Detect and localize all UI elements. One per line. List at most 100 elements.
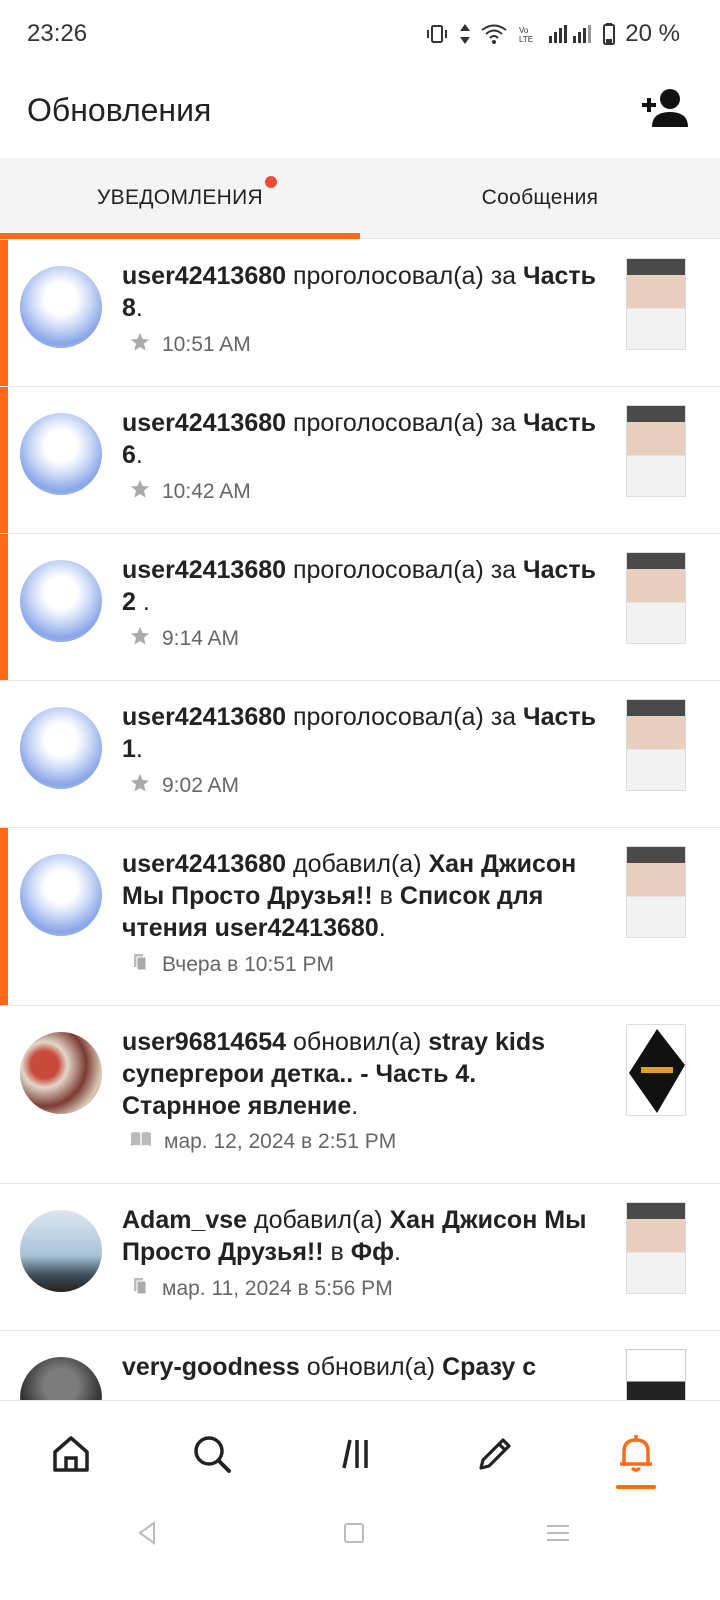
add-user-button[interactable]	[640, 87, 690, 132]
notification-time: 9:02 AM	[162, 774, 240, 797]
action-text: добавил(а)	[247, 1206, 390, 1234]
username[interactable]: user42413680	[122, 409, 286, 437]
story-cover-thumbnail[interactable]	[626, 258, 686, 350]
notification-text[interactable]: user42413680 добавил(а) Хан Джисон Мы Пр…	[122, 848, 602, 944]
notification-meta: Вчера в 10:51 PM	[130, 952, 334, 978]
back-icon	[132, 1521, 162, 1552]
user-avatar[interactable]	[20, 560, 102, 642]
notification-text[interactable]: user42413680 проголосовал(а) за Часть 6.	[122, 407, 602, 471]
notification-meta: 9:02 AM	[130, 773, 239, 799]
user-avatar[interactable]	[20, 1210, 102, 1292]
story-cover-thumbnail[interactable]	[626, 552, 686, 644]
add-user-icon	[640, 89, 690, 136]
reading-list-link[interactable]: Фф	[351, 1238, 394, 1266]
bell-icon	[608, 1435, 664, 1486]
action-text: обновил(а)	[299, 1353, 443, 1381]
reading-list-icon	[130, 1276, 150, 1302]
star-icon	[130, 332, 150, 358]
action-text: в	[323, 1238, 351, 1266]
notification-item[interactable]: Adam_vse добавил(а) Хан Джисон Мы Просто…	[0, 1184, 720, 1331]
svg-text:LTE: LTE	[519, 35, 533, 44]
story-link[interactable]: Сразу с	[442, 1353, 536, 1381]
notification-text[interactable]: user42413680 проголосовал(а) за Часть 8.	[122, 260, 602, 324]
tab-bar: УВЕДОМЛЕНИЯ Сообщения	[0, 158, 720, 239]
sentence-end: .	[135, 294, 143, 322]
system-navigation-bar	[0, 1500, 720, 1600]
notification-text[interactable]: very-goodness обновил(а) Сразу с	[122, 1351, 602, 1383]
notification-item[interactable]: user42413680 добавил(а) Хан Джисон Мы Пр…	[0, 828, 720, 1006]
username[interactable]: Adam_vse	[122, 1206, 247, 1234]
search-icon	[184, 1436, 240, 1486]
pencil-icon	[467, 1438, 523, 1486]
tab-notifications[interactable]: УВЕДОМЛЕНИЯ	[0, 158, 360, 239]
user-avatar[interactable]	[20, 266, 102, 348]
notification-meta: 10:51 AM	[130, 332, 251, 358]
username[interactable]: user42413680	[122, 703, 286, 731]
vibrate-icon	[425, 24, 449, 44]
tab-notifications-text: УВЕДОМЛЕНИЯ	[97, 186, 263, 209]
star-icon	[130, 626, 150, 652]
story-cover-thumbnail[interactable]	[626, 405, 686, 497]
active-nav-indicator	[616, 1485, 656, 1489]
user-avatar[interactable]	[20, 854, 102, 936]
notification-text[interactable]: user42413680 проголосовал(а) за Часть 2 …	[122, 554, 602, 618]
nav-home[interactable]	[43, 1426, 99, 1482]
story-cover-thumbnail[interactable]	[626, 1024, 686, 1116]
active-tab-indicator	[0, 233, 360, 239]
notification-item[interactable]: user42413680 проголосовал(а) за Часть 1.…	[0, 681, 720, 828]
tab-messages[interactable]: Сообщения	[360, 158, 720, 238]
action-text: добавил(а)	[286, 850, 429, 878]
user-avatar[interactable]	[20, 707, 102, 789]
action-text: проголосовал(а) за	[286, 556, 524, 584]
username[interactable]: user42413680	[122, 262, 286, 290]
back-button[interactable]	[132, 1518, 162, 1548]
star-icon	[130, 479, 150, 505]
user-avatar[interactable]	[20, 1032, 102, 1114]
notification-time: мар. 11, 2024 в 5:56 PM	[162, 1277, 393, 1300]
sentence-end: .	[351, 1092, 359, 1120]
status-time: 23:26	[27, 20, 88, 47]
notification-meta: 10:42 AM	[130, 479, 251, 505]
username[interactable]: user42413680	[122, 556, 286, 584]
app-header: Обновления	[0, 72, 720, 158]
battery-level: 20 %	[625, 20, 680, 47]
story-cover-thumbnail[interactable]	[626, 1202, 686, 1294]
notification-text[interactable]: Adam_vse добавил(а) Хан Джисон Мы Просто…	[122, 1204, 602, 1268]
svg-text:Vo: Vo	[519, 26, 529, 35]
username[interactable]: user96814654	[122, 1028, 286, 1056]
nav-write[interactable]	[467, 1426, 523, 1482]
home-system-button[interactable]	[339, 1518, 369, 1548]
battery-icon	[603, 23, 616, 45]
sentence-end: .	[378, 914, 386, 942]
nav-notifications[interactable]	[608, 1426, 664, 1482]
action-text: проголосовал(а) за	[286, 262, 524, 290]
notification-text[interactable]: user42413680 проголосовал(а) за Часть 1.	[122, 701, 602, 765]
reading-list-icon	[130, 952, 150, 978]
library-icon	[326, 1439, 382, 1486]
signal-icon	[549, 24, 593, 44]
sentence-end: .	[142, 588, 150, 616]
action-text: обновил(а)	[286, 1028, 429, 1056]
notifications-feed[interactable]: user42413680 проголосовал(а) за Часть 8.…	[0, 240, 720, 1426]
user-avatar[interactable]	[20, 413, 102, 495]
username[interactable]: user42413680	[122, 850, 286, 878]
square-icon	[339, 1523, 369, 1552]
username[interactable]: very-goodness	[122, 1353, 300, 1381]
volte-icon: Vo LTE	[517, 24, 539, 44]
nav-library[interactable]	[326, 1426, 382, 1482]
notification-item[interactable]: user42413680 проголосовал(а) за Часть 2 …	[0, 534, 720, 681]
story-cover-thumbnail[interactable]	[626, 846, 686, 938]
notification-meta: мар. 11, 2024 в 5:56 PM	[130, 1276, 393, 1302]
notification-item[interactable]: user96814654 обновил(а) stray kids супер…	[0, 1006, 720, 1184]
status-bar: 23:26 Vo LTE 20 %	[0, 0, 720, 70]
notification-text[interactable]: user96814654 обновил(а) stray kids супер…	[122, 1026, 602, 1122]
recents-button[interactable]	[543, 1518, 573, 1548]
action-text: проголосовал(а) за	[286, 409, 524, 437]
action-text: проголосовал(а) за	[286, 703, 524, 731]
notification-item[interactable]: user42413680 проголосовал(а) за Часть 8.…	[0, 240, 720, 387]
sentence-end: .	[135, 441, 143, 469]
nav-search[interactable]	[184, 1426, 240, 1482]
bottom-navigation	[0, 1400, 720, 1501]
notification-item[interactable]: user42413680 проголосовал(а) за Часть 6.…	[0, 387, 720, 534]
story-cover-thumbnail[interactable]	[626, 699, 686, 791]
